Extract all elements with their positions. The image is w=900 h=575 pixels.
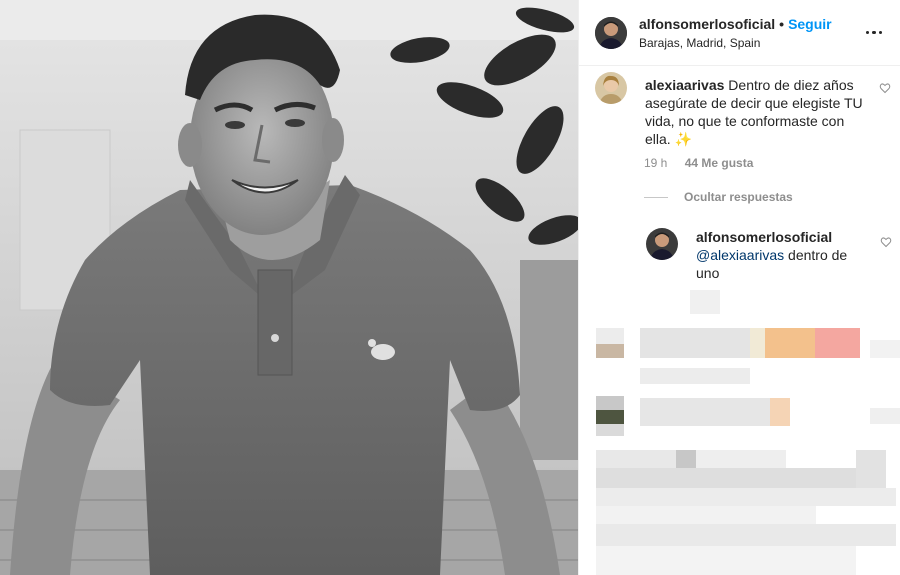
instagram-post: alfonsomerlosoficial • Seguir Barajas, Mad…	[0, 0, 900, 575]
hide-replies-label: Ocultar respuestas	[684, 190, 793, 204]
comment-likes[interactable]: 44 Me gusta	[685, 156, 754, 170]
commenter-avatar-icon	[595, 72, 627, 104]
comment-username[interactable]: alexiaarivas	[645, 77, 724, 93]
commenter-avatar[interactable]	[595, 72, 627, 104]
reply-avatar-icon	[646, 228, 678, 260]
follow-button[interactable]: Seguir	[788, 16, 832, 32]
header-username[interactable]: alfonsomerlosoficial	[639, 16, 775, 32]
reply-mention[interactable]: @alexiaarivas	[696, 247, 784, 263]
location-link[interactable]: Barajas, Madrid, Spain	[639, 35, 862, 51]
comment-meta: 19 h 44 Me gusta	[644, 156, 767, 170]
man-in-polo-photo	[0, 0, 578, 575]
post-header: alfonsomerlosoficial • Seguir Barajas, Mad…	[579, 0, 900, 66]
reply-username[interactable]: alfonsomerlosoficial	[696, 228, 866, 246]
separator-dot: •	[779, 15, 785, 32]
user-avatar-icon	[595, 16, 627, 49]
avatar[interactable]	[595, 16, 627, 49]
reply-like-heart-icon[interactable]	[880, 236, 892, 248]
comment-time[interactable]: 19 h	[644, 156, 667, 170]
hide-replies-button[interactable]: Ocultar respuestas	[644, 190, 793, 204]
like-heart-icon[interactable]	[879, 82, 891, 94]
reply-avatar[interactable]	[646, 228, 678, 260]
ellipsis-icon[interactable]	[862, 21, 886, 45]
replies-divider	[644, 196, 668, 198]
post-photo[interactable]	[0, 0, 578, 575]
pixelated-comments	[596, 290, 900, 575]
